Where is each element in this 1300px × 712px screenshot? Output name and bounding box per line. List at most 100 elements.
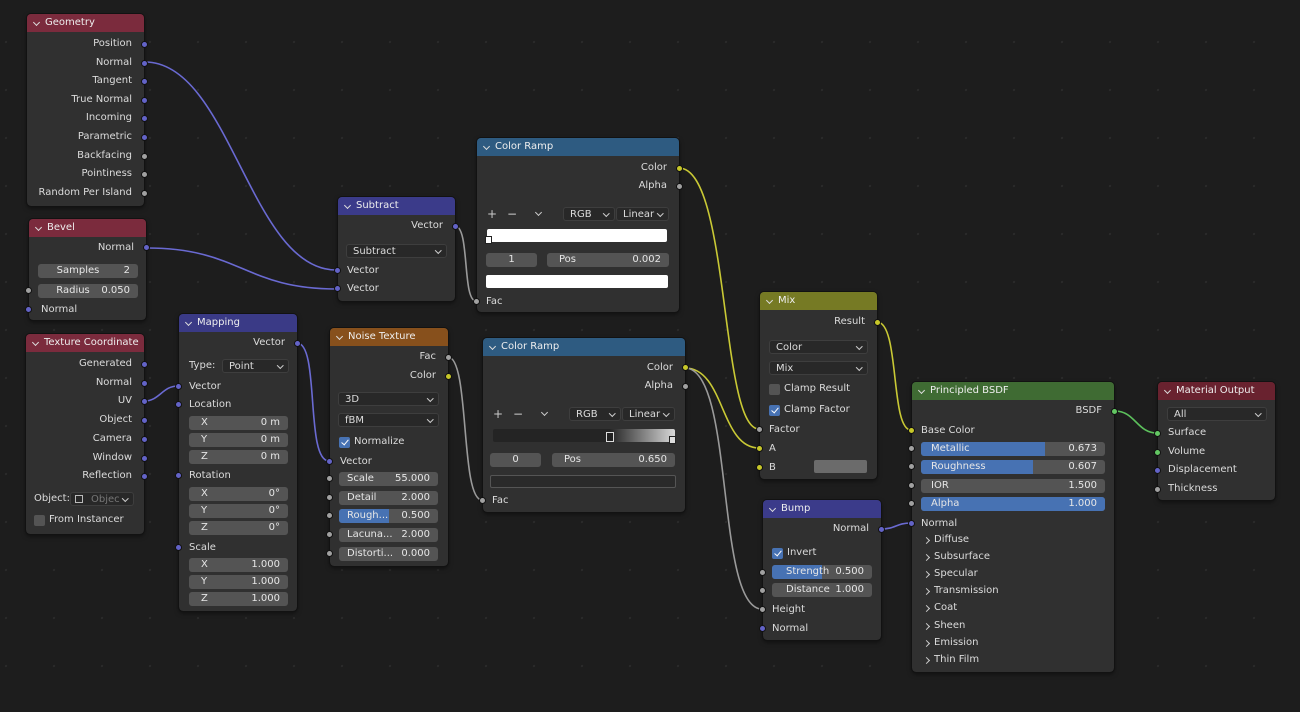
geometry-node-header[interactable]: Geometry: [27, 14, 144, 32]
panel-subsurface[interactable]: Subsurface: [922, 549, 990, 565]
panel-diffuse[interactable]: Diffuse: [922, 532, 969, 548]
bsdf-alpha-socket[interactable]: [908, 499, 915, 507]
texcoord-output-reflection-socket[interactable]: [141, 473, 148, 481]
geometry-output-true-normal-socket[interactable]: [141, 96, 148, 104]
mapping-scl-x-field[interactable]: X 1.000: [189, 558, 288, 572]
add-stop-icon[interactable]: +: [487, 207, 497, 221]
panel-transmission[interactable]: Transmission: [922, 583, 999, 599]
remove-stop-icon[interactable]: −: [507, 207, 517, 221]
invert-checkbox[interactable]: [772, 548, 783, 559]
geometry-output-pointiness-socket[interactable]: [141, 171, 148, 179]
mapping-rot-z-field[interactable]: Z 0°: [189, 521, 288, 535]
subtract-node-header[interactable]: Subtract: [338, 197, 455, 215]
geometry-output-random-per-island-socket[interactable]: [141, 189, 148, 197]
bump-strength-socket[interactable]: [759, 569, 766, 576]
bump-distance-field[interactable]: Distance 1.000: [772, 583, 872, 597]
bsdf-normal-socket[interactable]: [908, 520, 915, 527]
principled-bsdf-node[interactable]: Principled BSDF BSDF Base Color Metallic…: [908, 381, 1118, 673]
geometry-output-normal-socket[interactable]: [141, 59, 148, 67]
panel-specular[interactable]: Specular: [922, 566, 978, 582]
ramp2-stop-color-swatch[interactable]: [490, 475, 676, 488]
bsdf-metallic-slider[interactable]: Metallic 0.673: [921, 442, 1105, 456]
subtract-operation-dropdown[interactable]: Subtract: [346, 244, 447, 258]
noise-distorti-slider[interactable]: Distorti... 0.000: [339, 546, 438, 561]
geometry-node[interactable]: Geometry Position Normal Tangent True Norma…: [26, 13, 148, 207]
ramp2-color-mode-dropdown[interactable]: RGB: [569, 407, 621, 421]
noise-output-color-socket[interactable]: [445, 373, 452, 380]
geometry-output-parametric-socket[interactable]: [141, 134, 148, 141]
clamp-result-checkbox[interactable]: [769, 384, 780, 395]
output-surface-socket[interactable]: [1154, 430, 1161, 437]
ramp1-gradient-bar[interactable]: [487, 229, 667, 242]
mapping-location-socket[interactable]: [175, 401, 182, 408]
ramp1-stop-color-swatch[interactable]: [486, 275, 668, 288]
noise-lacuna-slider[interactable]: Lacuna... 2.000: [339, 528, 438, 543]
ramp2-output-color-socket[interactable]: [682, 364, 689, 371]
geometry-output-incoming-socket[interactable]: [141, 115, 148, 123]
mix-node-header[interactable]: Mix: [760, 292, 877, 310]
bsdf-alpha-slider[interactable]: Alpha 1.000: [921, 496, 1105, 511]
bump-strength-slider[interactable]: Strength 0.500: [772, 565, 872, 579]
principled-bsdf-header[interactable]: Principled BSDF: [912, 382, 1114, 400]
noise-type-dropdown[interactable]: fBM: [338, 413, 439, 427]
from-instancer-checkbox[interactable]: [34, 515, 45, 526]
material-output-header[interactable]: Material Output: [1158, 382, 1275, 400]
normalize-checkbox[interactable]: [339, 437, 350, 448]
bevel-radius-field[interactable]: Radius 0.050: [38, 284, 138, 298]
ramp1-position-field[interactable]: Pos 0.002: [547, 253, 669, 267]
ramp2-gradient-bar[interactable]: [493, 429, 675, 442]
mix-node[interactable]: Mix Result Color Mix Clamp Result Clamp …: [756, 291, 881, 480]
bsdf-roughness-socket[interactable]: [908, 463, 915, 471]
bsdf-roughness-slider[interactable]: Roughness 0.607: [921, 460, 1105, 475]
noise-scale-slider[interactable]: Scale 55.000: [339, 472, 438, 486]
bevel-node-header[interactable]: Bevel: [29, 219, 146, 237]
noise-scale-socket[interactable]: [326, 475, 333, 482]
mix-a-socket[interactable]: [756, 445, 763, 452]
texcoord-output-normal-socket[interactable]: [141, 379, 148, 387]
bump-distance-socket[interactable]: [759, 587, 766, 594]
bsdf-ior-slider[interactable]: IOR 1.500: [921, 478, 1105, 493]
color-ramp-1-header[interactable]: Color Ramp: [477, 138, 679, 156]
ramp2-stop-marker-active[interactable]: [606, 432, 614, 442]
noise-distorti-socket[interactable]: [326, 549, 333, 557]
subtract-input1-socket[interactable]: [334, 267, 341, 274]
add-stop-icon[interactable]: +: [493, 407, 503, 421]
panel-thin-film[interactable]: Thin Film: [922, 652, 979, 668]
panel-coat[interactable]: Coat: [922, 600, 957, 616]
bevel-input-normal-socket[interactable]: [25, 306, 32, 313]
ramp1-input-fac-socket[interactable]: [473, 298, 480, 305]
texture-coordinate-node-header[interactable]: Texture Coordinate: [26, 334, 144, 352]
bevel-node[interactable]: Bevel Normal Samples 2 Radius 0.050 Norm…: [25, 218, 150, 321]
bump-output-normal-socket[interactable]: [878, 526, 885, 533]
mapping-loc-y-field[interactable]: Y0 m: [189, 433, 288, 447]
ramp-menu-chevron-icon[interactable]: [540, 407, 551, 421]
ramp2-input-fac-socket[interactable]: [479, 497, 486, 504]
geometry-output-position-socket[interactable]: [141, 41, 148, 48]
mapping-rot-x-field[interactable]: X 0°: [189, 487, 288, 501]
texcoord-output-generated-socket[interactable]: [141, 361, 148, 368]
ramp1-output-color-socket[interactable]: [676, 165, 683, 172]
panel-emission[interactable]: Emission: [922, 635, 979, 651]
texcoord-output-window-socket[interactable]: [141, 454, 148, 462]
bevel-output-normal-socket[interactable]: [143, 244, 150, 251]
ramp2-output-alpha-socket[interactable]: [682, 383, 689, 390]
material-output-node[interactable]: Material Output All Surface Volume Displac…: [1154, 381, 1276, 501]
vector-math-subtract-node[interactable]: Subtract Vector Subtract Vector Vector: [334, 196, 459, 302]
bsdf-output-socket[interactable]: [1111, 408, 1118, 415]
output-thickness-socket[interactable]: [1154, 486, 1161, 494]
texture-coordinate-node[interactable]: Texture Coordinate Generated Normal UV Obje…: [25, 333, 148, 535]
noise-rough-socket[interactable]: [326, 512, 333, 520]
mapping-scl-y-field[interactable]: Y 1.000: [189, 575, 288, 589]
mix-b-color-swatch[interactable]: [814, 460, 867, 473]
texcoord-output-object-socket[interactable]: [141, 417, 148, 425]
ramp2-interpolation-dropdown[interactable]: Linear: [622, 407, 675, 421]
noise-detail-socket[interactable]: [326, 493, 333, 501]
output-displacement-socket[interactable]: [1154, 467, 1161, 475]
bump-normal-socket[interactable]: [759, 625, 766, 632]
mapping-scl-z-field[interactable]: Z 1.000: [189, 592, 288, 606]
geometry-output-tangent-socket[interactable]: [141, 78, 148, 86]
mapping-scale-socket[interactable]: [175, 544, 182, 551]
mapping-type-dropdown[interactable]: Point: [222, 359, 289, 373]
output-volume-socket[interactable]: [1154, 448, 1161, 456]
mapping-loc-x-field[interactable]: X0 m: [189, 416, 288, 430]
